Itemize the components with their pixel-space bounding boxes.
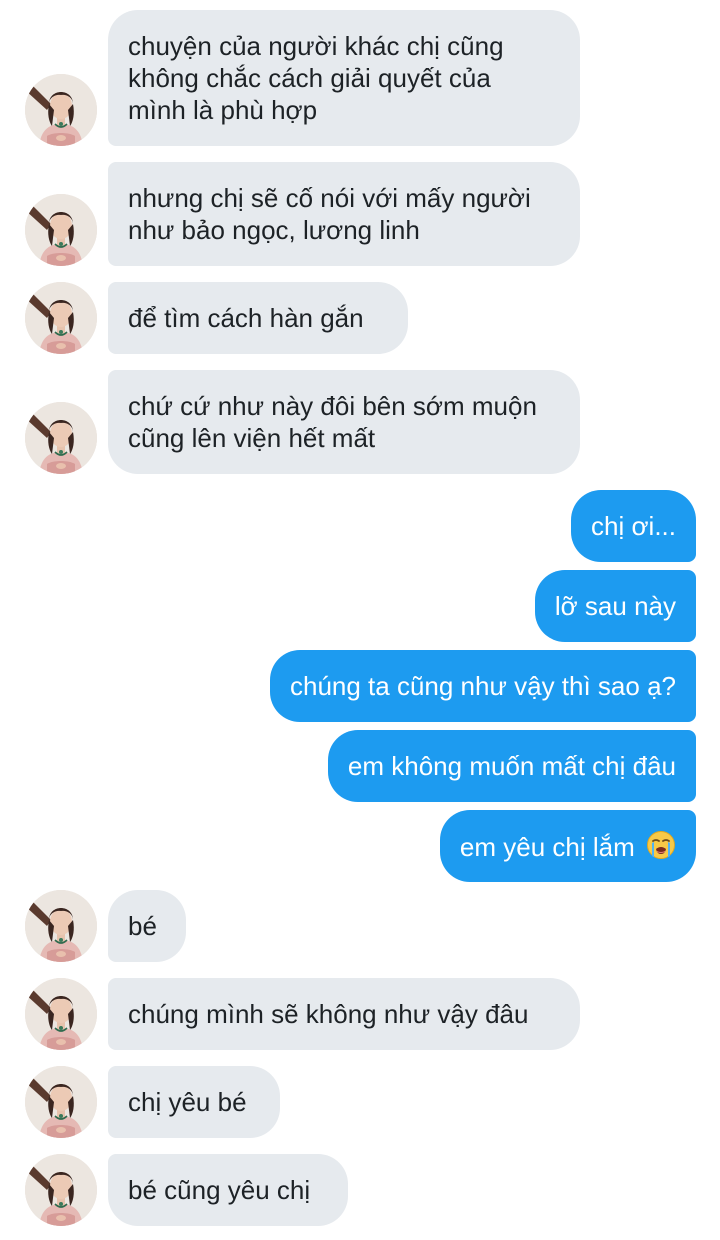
- contact-avatar[interactable]: [25, 282, 97, 354]
- message-text: nhưng chị sẽ cố nói với mấy người: [128, 183, 531, 213]
- message-bubble-incoming: để tìm cách hàn gắn: [108, 282, 408, 354]
- message-bubble-incoming: chứ cứ như này đôi bên sớm muộn cũng lên…: [108, 370, 580, 474]
- contact-avatar[interactable]: [25, 1066, 97, 1138]
- message-bubble-incoming: chúng mình sẽ không như vậy đâu: [108, 978, 580, 1050]
- message-bubble-outgoing: chị ơi...: [571, 490, 696, 562]
- message-text: mình là phù hợp: [128, 95, 318, 125]
- message-bubble-outgoing: em yêu chị lắm: [439, 810, 696, 882]
- contact-avatar[interactable]: [25, 1154, 97, 1226]
- message-text: như bảo ngọc, lương linh: [128, 215, 420, 245]
- message-text: chúng ta cũng như vậy thì sao ạ?: [289, 671, 676, 701]
- message-text: để tìm cách hàn gắn: [128, 303, 364, 333]
- contact-avatar[interactable]: [25, 978, 97, 1050]
- contact-avatar[interactable]: [25, 402, 97, 474]
- message-bubble-incoming: bé cũng yêu chị: [108, 1154, 348, 1226]
- message-bubble-incoming: chị yêu bé: [108, 1066, 280, 1138]
- message-text: chứ cứ như này đôi bên sớm muộn: [128, 391, 537, 421]
- message-text: em không muốn mất chị đâu: [347, 751, 676, 781]
- contact-avatar[interactable]: [25, 890, 97, 962]
- message-text: lỡ sau này: [554, 591, 676, 621]
- message-bubble-incoming: chuyện của người khác chị cũng không chắ…: [108, 10, 580, 146]
- message-text: em yêu chị lắm: [459, 832, 635, 862]
- loudly-crying-face-icon: [646, 830, 676, 867]
- contact-avatar[interactable]: [25, 74, 97, 146]
- message-bubble-outgoing: lỡ sau này: [534, 570, 696, 642]
- message-row: em yêu chị lắm: [460, 830, 676, 867]
- message-bubble-outgoing: em không muốn mất chị đâu: [327, 730, 696, 802]
- message-text: chúng mình sẽ không như vậy đâu: [128, 999, 529, 1029]
- message-text: chuyện của người khác chị cũng: [128, 31, 504, 61]
- contact-avatar[interactable]: [25, 194, 97, 266]
- message-bubble-outgoing: chúng ta cũng như vậy thì sao ạ?: [269, 650, 696, 722]
- message-bubble-incoming: nhưng chị sẽ cố nói với mấy người như bả…: [108, 162, 580, 266]
- message-bubble-incoming: bé: [108, 890, 186, 962]
- message-text: bé: [128, 911, 157, 941]
- message-text: cũng lên viện hết mất: [128, 423, 376, 453]
- message-text: chị ơi...: [591, 511, 676, 541]
- message-text: chị yêu bé: [128, 1087, 247, 1117]
- message-text: bé cũng yêu chị: [128, 1175, 311, 1205]
- message-text: không chắc cách giải quyết của: [128, 63, 491, 93]
